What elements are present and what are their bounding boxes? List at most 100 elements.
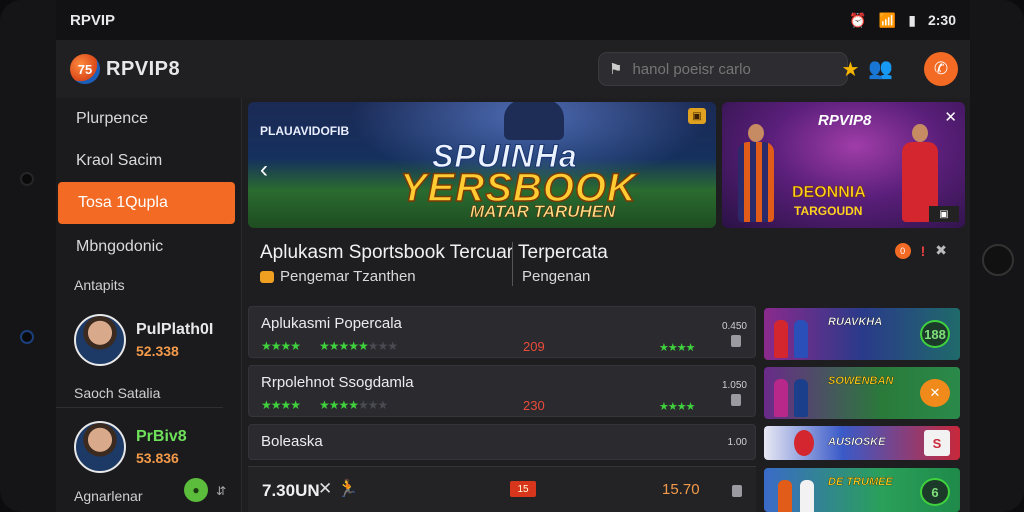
sensor-dot <box>20 172 34 186</box>
row-value: 15.70 <box>662 481 700 498</box>
promo-thumb-label: SOWENBAN <box>828 375 894 387</box>
player-score: 52.338 <box>136 343 179 359</box>
player-illustration <box>736 124 776 224</box>
banner-brand: PLAUAVIDOFIB <box>260 124 350 138</box>
promo-thumb-badge: 188 <box>920 320 950 348</box>
sidebar-item-mbngodonic[interactable]: Mbngodonic <box>56 226 241 268</box>
promo-thumb[interactable]: SOWENBAN ✕ <box>764 367 960 419</box>
chat-icon[interactable]: ● <box>184 478 208 502</box>
info-actions: 0 ! ✖ <box>894 242 947 259</box>
player-illustration <box>800 480 814 512</box>
avatar <box>74 421 126 473</box>
row-title: Aplukasmi Popercala <box>261 315 402 332</box>
status-bar: RPVIP ⏰ 📶 ▮ 2:30 <box>56 0 970 40</box>
info-sub-left: Pengemar Tzanthen <box>280 268 416 285</box>
row-number: 230 <box>523 398 545 413</box>
sidebar-section-label: Antapits <box>74 277 125 293</box>
sort-icon[interactable]: ⇵ <box>216 484 226 498</box>
close-icon[interactable]: ✕ <box>944 108 957 126</box>
search-bar[interactable]: ⚑ ★ <box>598 52 859 86</box>
promo-thumb-label: AUSIOSKE <box>828 436 886 448</box>
divider <box>512 242 513 286</box>
user-add-icon[interactable]: 👥 <box>868 56 893 81</box>
row-small-value: 0.450 <box>721 321 747 332</box>
hero-banner[interactable]: PLAUAVIDOFIB ‹ SPUINHa YERSBOOK MATAR TA… <box>248 102 716 228</box>
player-illustration <box>498 102 568 142</box>
rating-stars: ★★★★ <box>261 339 301 353</box>
wifi-icon: 📶 <box>878 11 897 28</box>
promo-brand: RPVIP8 <box>818 112 872 129</box>
sidebar-sub-label: Saoch Satalia <box>56 378 223 408</box>
close-icon[interactable]: ✕ <box>920 379 950 407</box>
phone-button[interactable]: ✆ <box>924 52 958 86</box>
sidebar-item-plurpence[interactable]: Plurpence <box>56 98 241 140</box>
player-name: PulPlath0I <box>136 321 214 338</box>
player-illustration <box>778 480 792 512</box>
notification-icon[interactable]: 0 <box>894 242 911 259</box>
bookmark-icon[interactable]: ▣ <box>688 108 706 124</box>
promo-thumb-badge: S <box>924 430 950 456</box>
player-card[interactable]: PulPlath0I 52.338 <box>56 302 241 378</box>
promo-title: DEONNIA <box>792 184 866 202</box>
promo-thumb-label: RUAVKHA <box>828 316 883 328</box>
app-header: 75 RPVIP8 ⚑ ★ 👥 ✆ <box>56 40 970 98</box>
list-item[interactable]: Boleaska 1.00 <box>248 424 756 460</box>
status-time: 2:30 <box>927 12 956 28</box>
info-headline: Aplukasm Sportsbook Tercuar Terpercata <box>260 242 608 263</box>
player-illustration <box>774 320 788 358</box>
promo-thumb[interactable]: AUSIOSKE S <box>764 426 960 460</box>
row-tag: 15 <box>510 481 536 497</box>
promo-subtitle: TARGOUDN <box>794 204 863 218</box>
promo-thumb[interactable]: DE TRUMEE 6 <box>764 468 960 512</box>
lock-icon <box>731 335 741 347</box>
flag-icon: ⚑ <box>609 61 623 78</box>
brand-logo[interactable]: 75 RPVIP8 <box>70 54 180 84</box>
player-illustration <box>794 379 808 417</box>
player-score: 53.836 <box>136 450 179 466</box>
row-number: 209 <box>523 339 545 354</box>
list-item[interactable]: Aplukasmi Popercala ★★★★ ★★★★★★★★ 209 ★★… <box>248 306 756 358</box>
logo-text: RPVIP8 <box>106 57 181 80</box>
player-card[interactable]: PrBiv8 53.836 <box>56 408 241 486</box>
player-illustration <box>774 379 788 417</box>
search-input[interactable] <box>632 60 832 78</box>
rating-stars: ★★★★★★★★ <box>319 339 398 353</box>
left-bezel <box>0 0 56 512</box>
logo-mark: 75 <box>70 54 100 84</box>
app-screen: RPVIP ⏰ 📶 ▮ 2:30 75 RPVIP8 ⚑ ★ 👥 ✆ <box>56 0 970 512</box>
promo-thumb[interactable]: RUAVKHA 188 <box>764 308 960 360</box>
row-title: 7.30UN <box>262 481 320 500</box>
carrier-label: RPVIP <box>70 11 116 29</box>
alarm-icon: ⏰ <box>849 11 867 28</box>
row-title: Rrpolehnot Ssogdamla <box>261 374 414 391</box>
rating-stars: ★★★★ <box>659 342 695 354</box>
coin-icon <box>260 270 274 283</box>
star-icon[interactable]: ★ <box>841 57 859 82</box>
player-illustration <box>794 320 808 358</box>
tools-icon[interactable]: ✖ <box>935 242 947 259</box>
rating-stars: ★★★★ <box>261 398 301 412</box>
list-item[interactable]: Rrpolehnot Ssogdamla ★★★★ ★★★★★★★ 230 ★★… <box>248 365 756 417</box>
avatar <box>74 314 126 366</box>
list-item[interactable]: 7.30UN ✕ 🏃 15 15.70 <box>248 466 756 512</box>
banner-title-line3: MATAR TARUHEN <box>470 202 616 222</box>
row-small-value: 1.00 <box>727 437 747 448</box>
chevron-left-icon[interactable]: ‹ <box>260 156 268 184</box>
battery-icon: ▮ <box>908 11 916 28</box>
right-bezel <box>970 0 1024 512</box>
promo-banner[interactable]: RPVIP8 DEONNIA TARGOUDN ✕ ▣ <box>722 102 965 228</box>
sidebar: Plurpence Kraol Sacim Tosa 1Qupla Mbngod… <box>56 98 242 512</box>
sidebar-item-kraol[interactable]: Kraol Sacim <box>56 140 241 182</box>
row-title: Boleaska <box>261 433 323 450</box>
info-subline: Pengemar Tzanthen <box>260 268 416 285</box>
alert-icon[interactable]: ! <box>921 243 926 259</box>
promo-thumb-label: DE TRUMEE <box>828 476 893 488</box>
info-strip: Aplukasm Sportsbook Tercuar Terpercata P… <box>248 232 965 294</box>
runner-icon: ✕ 🏃 <box>318 479 359 498</box>
device-frame: RPVIP ⏰ 📶 ▮ 2:30 75 RPVIP8 ⚑ ★ 👥 ✆ <box>0 0 1024 512</box>
sidebar-item-tosa[interactable]: Tosa 1Qupla <box>58 182 235 224</box>
lock-icon <box>732 485 742 497</box>
ball-icon <box>794 430 814 456</box>
lock-icon <box>731 394 741 406</box>
home-button[interactable] <box>982 244 1014 276</box>
